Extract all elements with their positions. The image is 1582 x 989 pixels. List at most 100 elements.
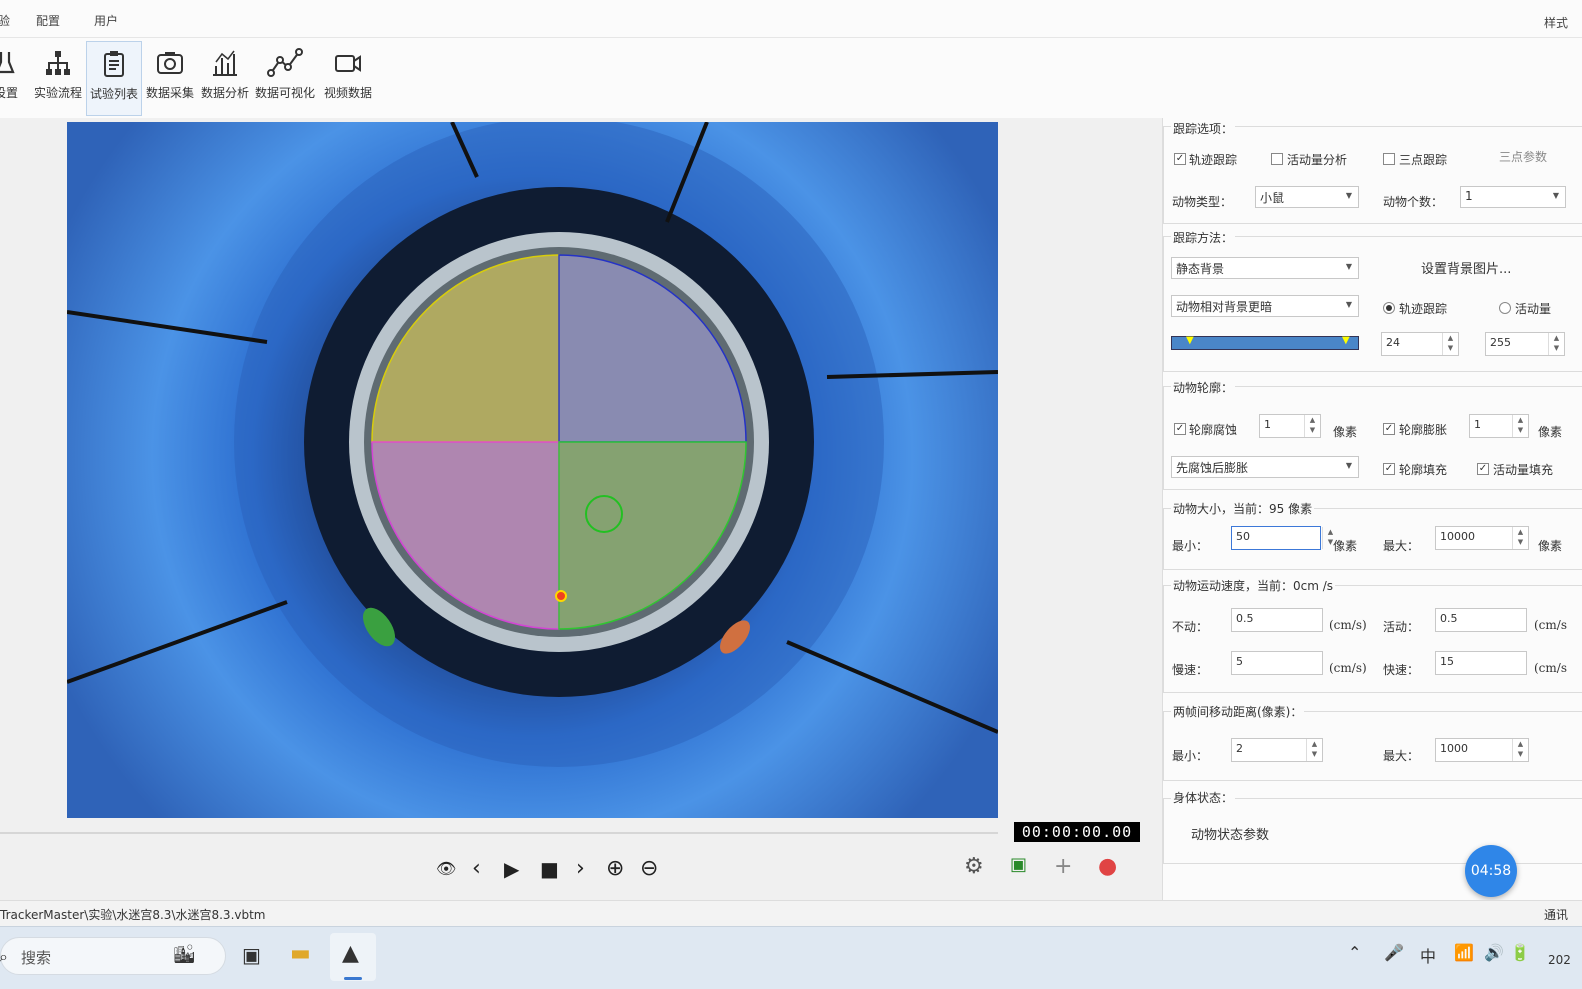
battery-icon[interactable]: 🔋 [1510, 943, 1530, 962]
video-frame[interactable] [67, 122, 998, 818]
activity-radio[interactable] [1499, 302, 1511, 314]
add-icon[interactable]: + [1054, 854, 1072, 879]
spinner-icon[interactable]: ▲ ▼ [1512, 527, 1528, 549]
video-icon [335, 55, 361, 72]
ime-indicator[interactable]: 中 [1420, 943, 1436, 967]
tracking-method-title: 跟踪方法： [1171, 229, 1236, 246]
track-checkbox[interactable]: ✓ [1174, 153, 1186, 165]
size-max-input[interactable]: 10000 ▲ ▼ [1435, 526, 1529, 550]
chevron-down-icon: ▼ [1345, 191, 1352, 200]
chevron-down-icon: ▼ [1345, 461, 1352, 470]
play-icon[interactable]: ▶ [504, 856, 519, 882]
spinner-icon[interactable]: ▲ ▼ [1548, 333, 1564, 355]
dilate-value: 1 [1474, 418, 1481, 431]
distance-min-input[interactable]: 2 ▲ ▼ [1231, 738, 1323, 762]
activity-fill-checkbox[interactable]: ✓ [1477, 463, 1489, 475]
data-analysis-tool[interactable]: 数据分析 [197, 41, 253, 116]
zoom-out-icon[interactable]: ⊖ [640, 856, 658, 882]
spinner-icon[interactable]: ▲ ▼ [1512, 739, 1528, 761]
track-radio[interactable] [1383, 302, 1395, 314]
gear-icon[interactable]: ⚙ [964, 854, 984, 879]
animal-count-value: 1 [1465, 189, 1473, 203]
app-taskbar-button[interactable]: ▲ [330, 933, 376, 981]
body-state-title: 身体状态： [1171, 789, 1236, 806]
spinner-icon[interactable]: ▲ ▼ [1442, 333, 1458, 355]
animal-type-select[interactable]: 小鼠 ▼ [1255, 186, 1359, 208]
workflow-tool[interactable]: 实验流程 [30, 41, 86, 116]
speed-title: 动物运动速度，当前：0cm /s [1171, 577, 1336, 594]
threshold-high-value: 255 [1490, 336, 1511, 349]
eye-icon[interactable]: 👁 [436, 856, 456, 882]
speaker-icon[interactable]: 🔊 [1484, 943, 1504, 962]
contrast-select[interactable]: 动物相对背景更暗 ▼ [1171, 295, 1359, 317]
wifi-icon[interactable]: 📶 [1454, 943, 1474, 962]
background-mode-select[interactable]: 静态背景 ▼ [1171, 257, 1359, 279]
video-data-tool[interactable]: 视频数据 [320, 41, 376, 116]
erode-checkbox[interactable]: ✓ [1174, 423, 1186, 435]
search-icon: ⌕ [0, 947, 8, 966]
clipboard-icon [104, 51, 124, 77]
dilate-input[interactable]: 1 ▲ ▼ [1469, 414, 1529, 438]
spinner-icon[interactable]: ▲ ▼ [1306, 739, 1322, 761]
chevron-down-icon: ▼ [1345, 300, 1352, 309]
layers-icon[interactable]: ▣ [1010, 854, 1027, 875]
data-capture-tool[interactable]: 数据采集 [142, 41, 198, 116]
app-icon: ▲ [342, 941, 359, 966]
trial-list-tool[interactable]: 试验列表 [86, 41, 142, 116]
task-view-icon[interactable]: ▣ [242, 943, 261, 967]
slow-label: 慢速： [1172, 663, 1209, 677]
track-radio-label: 轨迹跟踪 [1399, 302, 1448, 316]
menu-tab-experiment[interactable]: 验 [0, 12, 10, 29]
three-point-checkbox[interactable] [1383, 153, 1395, 165]
microphone-icon[interactable]: 🎤 [1384, 943, 1404, 962]
spinner-icon[interactable]: ▲ ▼ [1304, 415, 1320, 437]
morphology-order-select[interactable]: 先腐蚀后膨胀 ▼ [1171, 456, 1359, 478]
floating-timer[interactable]: 04:58 [1465, 845, 1517, 897]
set-background-button[interactable]: 设置背景图片... [1421, 258, 1511, 277]
dilate-label: 轮廓膨胀 [1399, 423, 1448, 437]
size-min-input[interactable]: 50 ▲ ▼ [1231, 526, 1333, 550]
animal-count-select[interactable]: 1 ▼ [1460, 186, 1566, 208]
slow-unit: (cm/s) [1329, 661, 1367, 675]
threshold-slider[interactable]: ▼ ▼ [1171, 335, 1359, 350]
distance-min-value: 2 [1236, 742, 1243, 755]
menu-tab-config[interactable]: 配置 [36, 12, 60, 29]
record-icon[interactable]: ● [1098, 854, 1117, 879]
slider-handle-low[interactable]: ▼ [1186, 335, 1194, 346]
comm-status: 通讯 [1544, 908, 1569, 922]
still-input[interactable]: 0.5 [1231, 608, 1323, 632]
activity-checkbox[interactable] [1271, 153, 1283, 165]
zoom-in-icon[interactable]: ⊕ [606, 856, 624, 882]
clock-date[interactable]: 202 [1548, 953, 1571, 967]
menu-bar: 验 配置 用户 样式 [0, 0, 1582, 38]
previous-frame-icon[interactable]: ‹ [472, 856, 481, 882]
active-input[interactable]: 0.5 [1435, 608, 1527, 632]
dilate-checkbox[interactable]: ✓ [1383, 423, 1395, 435]
menu-tab-user[interactable]: 用户 [94, 12, 118, 29]
next-frame-icon[interactable]: › [576, 856, 585, 882]
threshold-low-value: 24 [1386, 336, 1400, 349]
contour-fill-checkbox[interactable]: ✓ [1383, 463, 1395, 475]
dilate-unit: 像素 [1538, 425, 1563, 439]
video-area: 00:00:00.00 👁 ‹ ▶ ■ › ⊕ ⊖ ⚙ ▣ + ● [0, 118, 1162, 910]
stop-icon[interactable]: ■ [540, 856, 559, 882]
settings-tool[interactable]: 设置 [0, 41, 34, 116]
chevron-up-icon[interactable]: ⌃ [1348, 943, 1361, 962]
data-visualization-tool[interactable]: 数据可视化 [253, 41, 317, 116]
size-min-label: 最小： [1172, 539, 1209, 553]
style-menu[interactable]: 样式 [1544, 14, 1568, 31]
threshold-high-input[interactable]: 255 ▲ ▼ [1485, 332, 1565, 356]
erode-input[interactable]: 1 ▲ ▼ [1259, 414, 1321, 438]
slow-input[interactable]: 5 [1231, 651, 1323, 675]
threshold-low-input[interactable]: 24 ▲ ▼ [1381, 332, 1459, 356]
tool-label: 数据采集 [145, 86, 194, 100]
folder-icon[interactable]: ▬ [290, 941, 311, 966]
distance-max-input[interactable]: 1000 ▲ ▼ [1435, 738, 1529, 762]
seek-bar[interactable] [0, 832, 998, 834]
three-point-params-button[interactable]: 三点参数 [1499, 148, 1547, 165]
taskbar-search[interactable]: ⌕ 搜索 🏙 [0, 937, 226, 975]
spinner-icon[interactable]: ▲ ▼ [1512, 415, 1528, 437]
fast-input[interactable]: 15 [1435, 651, 1527, 675]
animal-state-params-button[interactable]: 动物状态参数 [1191, 824, 1269, 843]
slider-handle-high[interactable]: ▼ [1342, 335, 1350, 346]
